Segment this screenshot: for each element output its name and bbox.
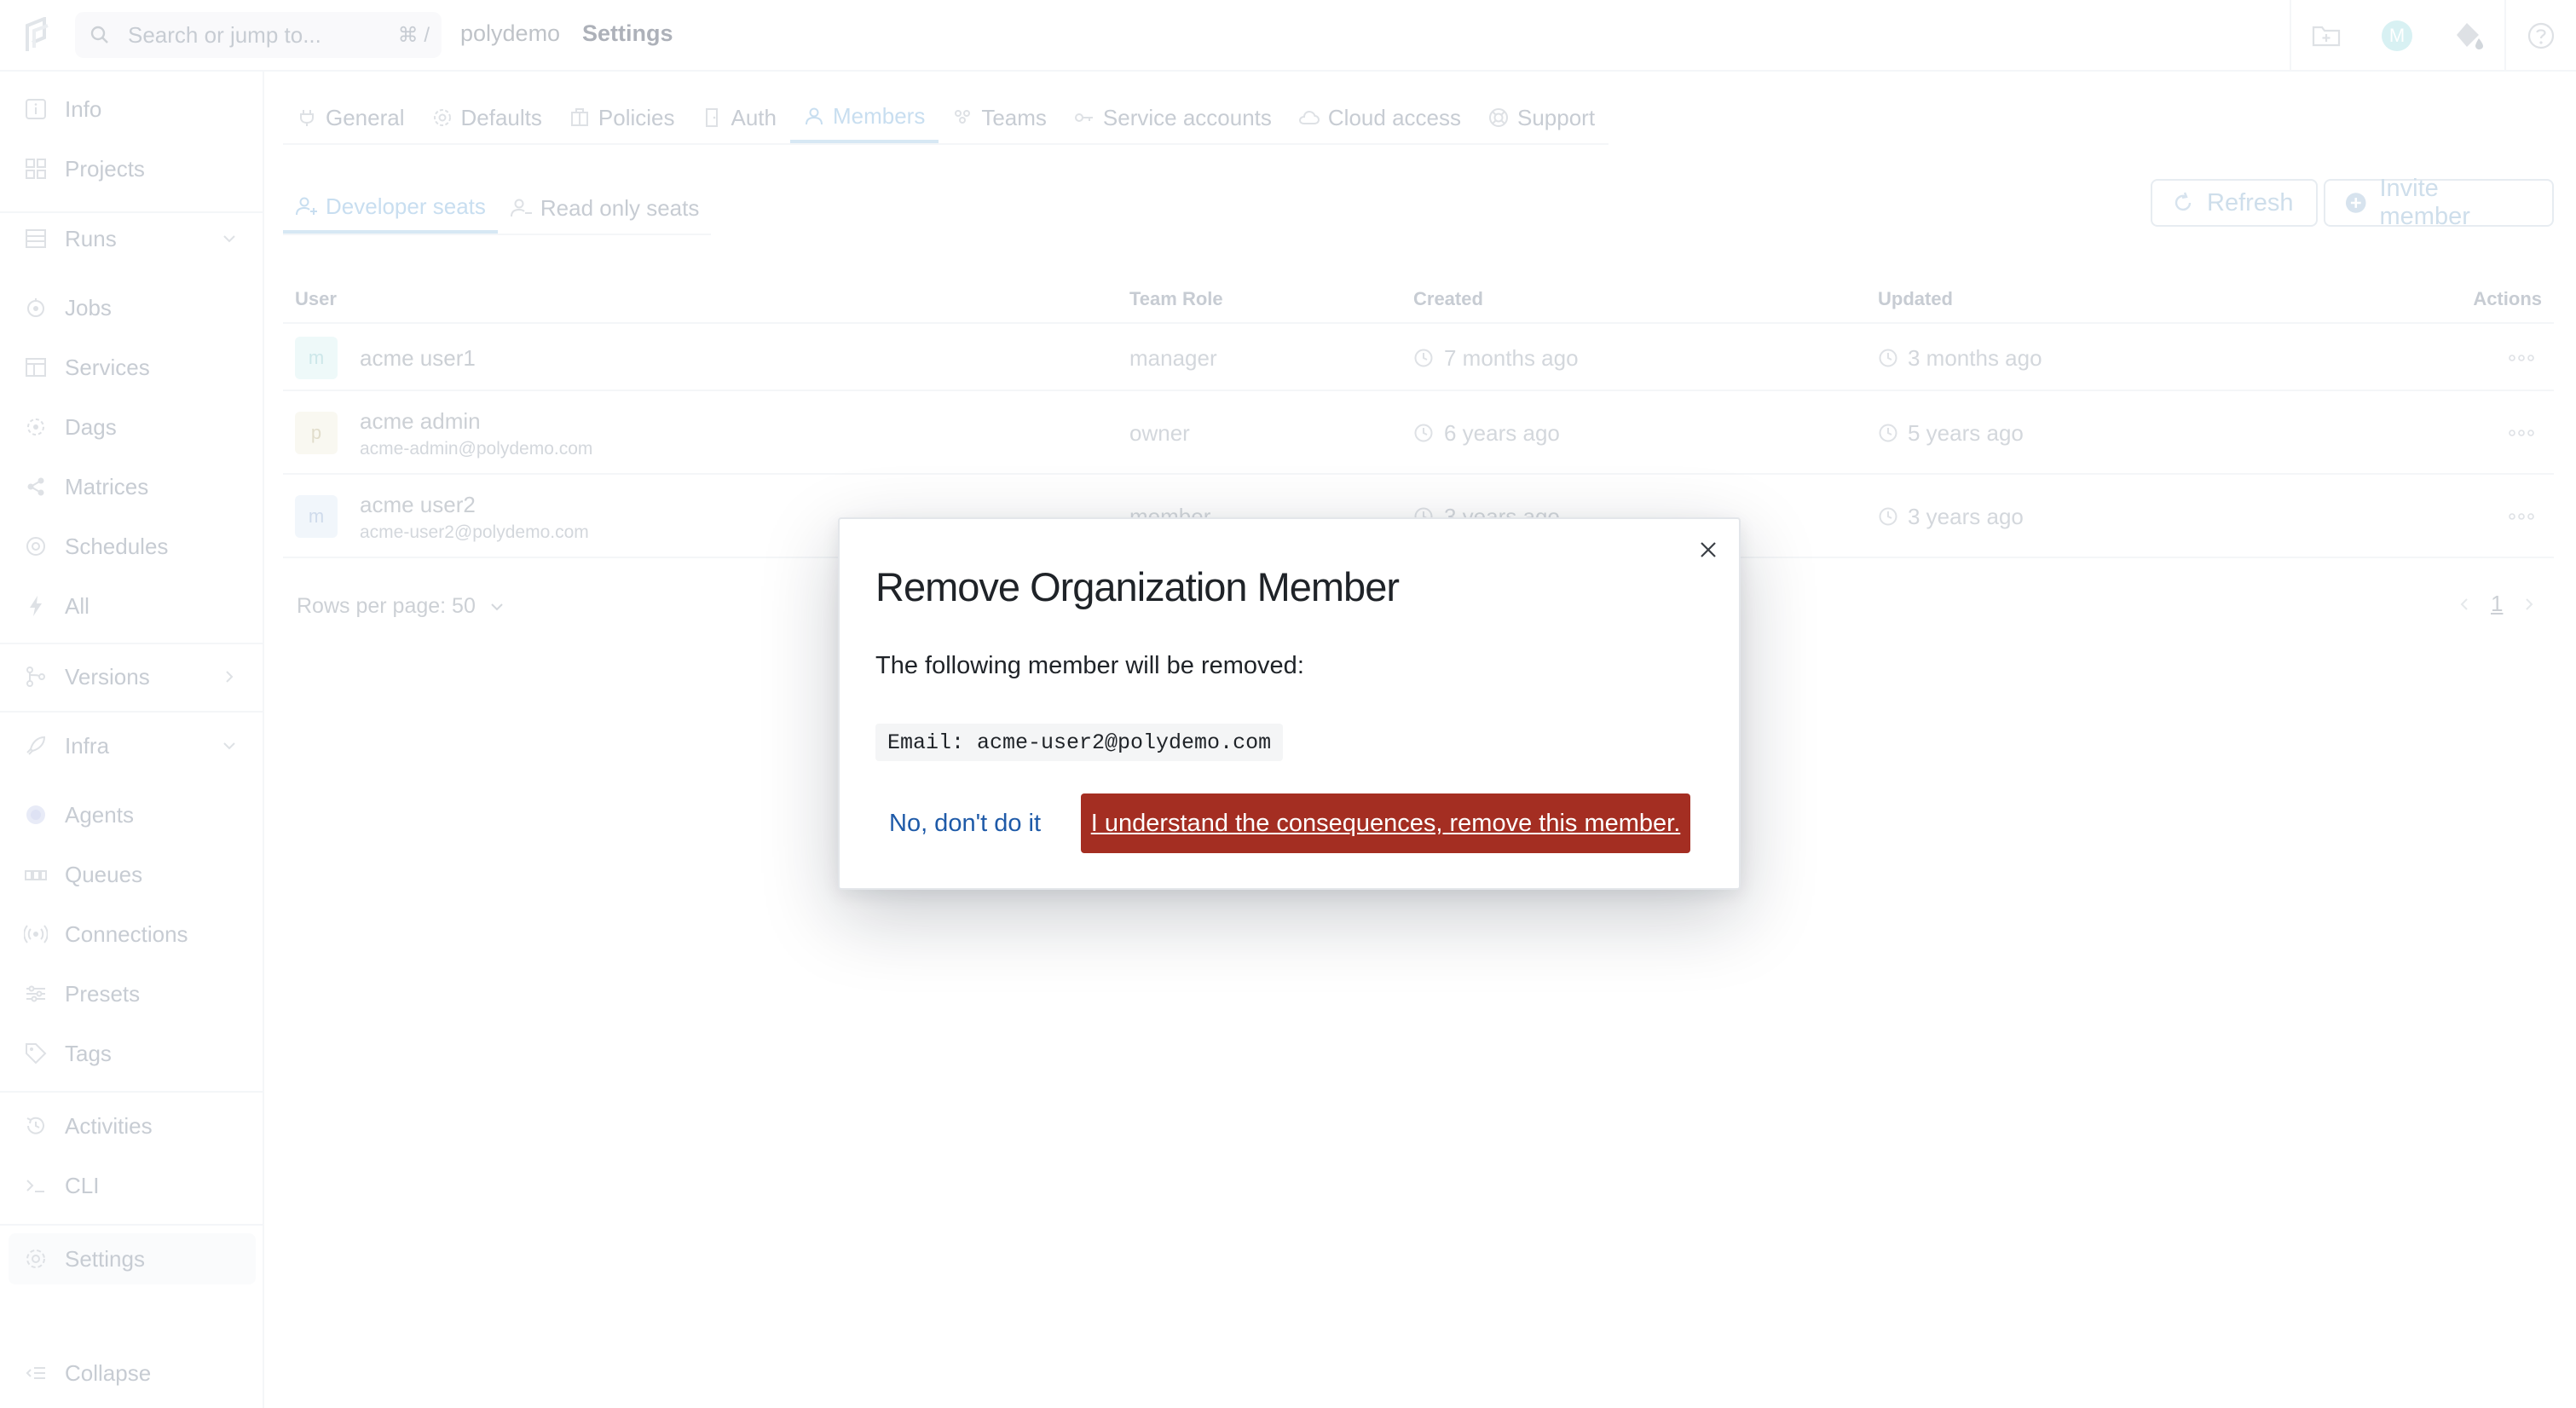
cancel-button[interactable]: No, don't do it (875, 793, 1054, 853)
remove-member-dialog: Remove Organization Member The following… (838, 517, 1741, 890)
app-root: Search or jump to... ⌘ / polydemo Settin… (0, 0, 2576, 1408)
dialog-title: Remove Organization Member (875, 564, 1400, 609)
dialog-description: The following member will be removed: (875, 652, 1304, 679)
close-icon[interactable] (1696, 538, 1720, 562)
confirm-remove-button[interactable]: I understand the consequences, remove th… (1081, 793, 1690, 853)
member-email-code: Email: acme-user2@polydemo.com (875, 724, 1284, 761)
